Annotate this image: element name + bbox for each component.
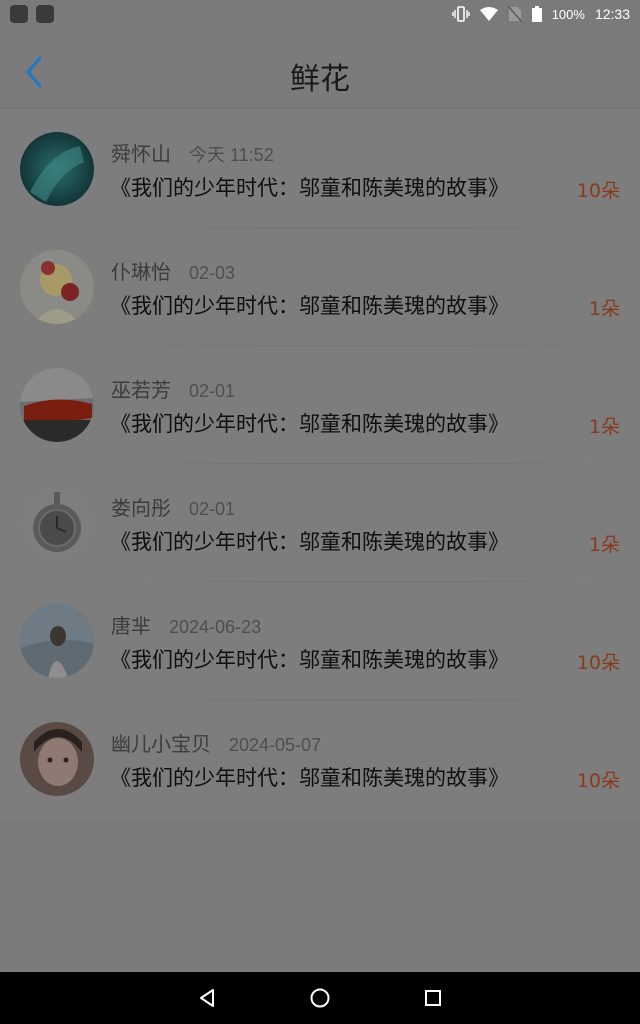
timestamp: 02-01: [189, 499, 236, 519]
list-item[interactable]: 娄向彤 02-01 《我们的少年时代：邬童和陈美瑰的故事》 1朵: [0, 464, 640, 582]
battery-percent: 100%: [551, 6, 585, 22]
nav-recents-button[interactable]: [413, 978, 453, 1018]
circle-home-icon: [310, 988, 330, 1008]
status-bar: 100% 12:33: [0, 0, 640, 28]
user-name: 唐芈: [111, 614, 151, 638]
page-title: 鲜花: [290, 62, 350, 97]
triangle-back-icon: [199, 989, 214, 1007]
system-nav-bar: [0, 972, 640, 1024]
avatar: [20, 604, 94, 678]
book-title: 《我们的少年时代：邬童和陈美瑰的故事》: [110, 412, 509, 436]
book-title: 《我们的少年时代：邬童和陈美瑰的故事》: [110, 648, 509, 672]
timestamp: 今天 11:52: [189, 145, 274, 165]
book-title: 《我们的少年时代：邬童和陈美瑰的故事》: [110, 766, 509, 790]
user-name: 巫若芳: [111, 378, 171, 402]
list-item[interactable]: 仆琳怡 02-03 《我们的少年时代：邬童和陈美瑰的故事》 1朵: [0, 228, 640, 346]
user-name: 幽儿小宝贝: [111, 732, 211, 756]
nav-back-button[interactable]: [187, 978, 227, 1018]
avatar: [20, 486, 94, 560]
flower-count: 1朵: [588, 298, 620, 320]
list-item[interactable]: 舜怀山 今天 11:52 《我们的少年时代：邬童和陈美瑰的故事》 10朵: [0, 110, 640, 228]
timestamp: 02-03: [189, 263, 236, 283]
notification-icon: [36, 5, 54, 23]
book-title: 《我们的少年时代：邬童和陈美瑰的故事》: [110, 176, 509, 200]
flower-count: 10朵: [576, 770, 620, 792]
timestamp: 02-01: [189, 381, 236, 401]
list-item[interactable]: 巫若芳 02-01 《我们的少年时代：邬童和陈美瑰的故事》 1朵: [0, 346, 640, 464]
user-name: 舜怀山: [111, 142, 171, 166]
square-recents-icon: [425, 990, 442, 1006]
flower-count: 1朵: [588, 534, 620, 556]
battery-icon: [531, 6, 542, 22]
avatar: [20, 250, 94, 324]
notification-icon: [10, 5, 28, 23]
app-header: 鲜花: [0, 28, 640, 108]
wifi-icon: [479, 7, 498, 21]
list-item[interactable]: 唐芈 2024-06-23 《我们的少年时代：邬童和陈美瑰的故事》 10朵: [0, 582, 640, 700]
user-name: 仆琳怡: [111, 260, 171, 284]
clock: 12:33: [594, 6, 630, 22]
vibrate-icon: [452, 6, 470, 22]
flower-count: 10朵: [576, 652, 620, 674]
avatar: [20, 368, 94, 442]
avatar: [20, 722, 94, 796]
book-title: 《我们的少年时代：邬童和陈美瑰的故事》: [110, 294, 509, 318]
flower-count: 1朵: [588, 416, 620, 438]
book-title: 《我们的少年时代：邬童和陈美瑰的故事》: [110, 530, 509, 554]
no-sim-icon: [507, 6, 522, 22]
list-item[interactable]: 幽儿小宝贝 2024-05-07 《我们的少年时代：邬童和陈美瑰的故事》 10朵: [0, 700, 640, 820]
flower-count: 10朵: [576, 180, 620, 202]
avatar: [20, 132, 94, 206]
nav-home-button[interactable]: [300, 978, 340, 1018]
flower-list: 舜怀山 今天 11:52 《我们的少年时代：邬童和陈美瑰的故事》 10朵 仆琳怡…: [0, 110, 640, 820]
user-name: 娄向彤: [111, 496, 171, 520]
timestamp: 2024-05-07: [229, 735, 322, 755]
timestamp: 2024-06-23: [169, 617, 262, 637]
